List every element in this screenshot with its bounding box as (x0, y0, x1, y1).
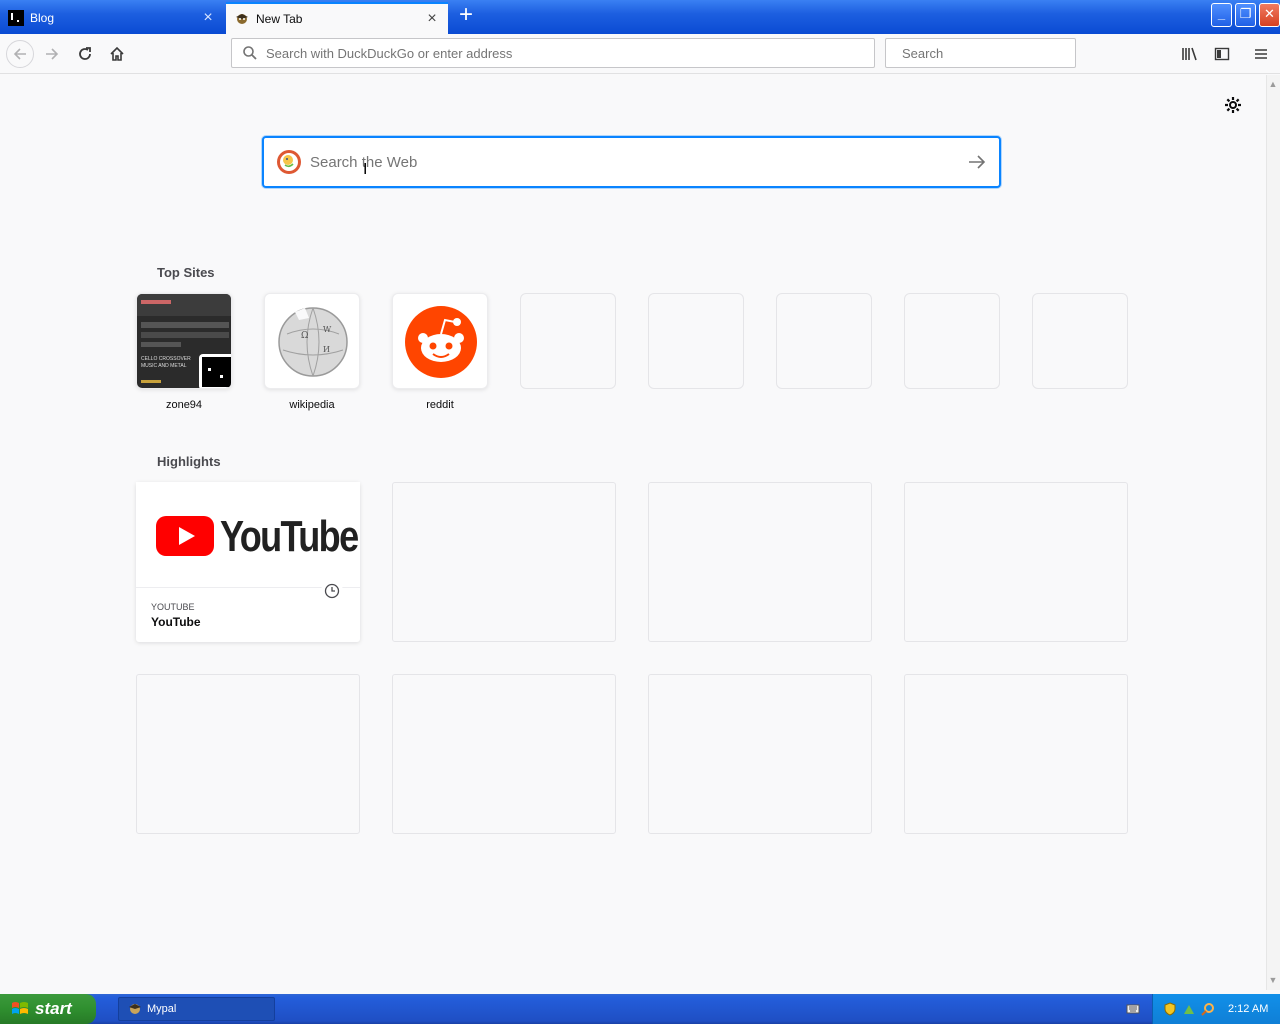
menu-button[interactable] (1247, 40, 1275, 68)
library-icon (1182, 47, 1197, 61)
clock-icon (321, 580, 343, 602)
vertical-scrollbar[interactable] (1266, 75, 1280, 990)
library-button[interactable] (1176, 40, 1204, 68)
hamburger-menu-icon (1255, 49, 1267, 59)
mypal-favicon (234, 11, 250, 27)
top-site-reddit[interactable] (392, 293, 488, 389)
taskbar-window-label: Mypal (147, 1003, 177, 1015)
forward-arrow-icon (46, 48, 59, 60)
svg-text:Ω: Ω (301, 331, 308, 341)
new-tab-page: I Top Sites CELLO CROSSOVER MUSIC AND ME… (0, 75, 1266, 990)
tab-label: Blog (30, 11, 55, 25)
text-cursor-icon: I (363, 161, 368, 178)
reddit-alien-icon (405, 306, 477, 378)
restore-button[interactable]: ❐ (1235, 3, 1256, 27)
arrow-right-icon (969, 155, 986, 169)
duckduckgo-logo-icon (277, 150, 301, 174)
highlight-source: YOUTUBE (151, 602, 195, 612)
wikipedia-globe-icon: Ω W И (278, 307, 348, 377)
scroll-up-icon[interactable]: ▲ (1268, 79, 1278, 89)
sidebar-button[interactable] (1208, 40, 1236, 68)
highlights-heading: Highlights (157, 454, 221, 469)
scroll-down-icon[interactable]: ▼ (1268, 975, 1278, 985)
top-site-empty[interactable] (520, 293, 616, 389)
svg-text:И: И (323, 345, 330, 354)
reload-button[interactable] (71, 40, 99, 68)
taskbar: start Mypal 2:12 AM (0, 994, 1280, 1024)
close-tab-icon[interactable]: × (424, 11, 440, 27)
search-tray-icon[interactable] (1201, 1002, 1215, 1016)
security-shield-icon[interactable] (1163, 1002, 1177, 1016)
highlight-title: YouTube (151, 615, 201, 629)
zone94-headline: CELLO CROSSOVER MUSIC AND METAL (141, 356, 191, 369)
top-site-zone94[interactable]: CELLO CROSSOVER MUSIC AND METAL (136, 293, 232, 389)
taskbar-window-mypal[interactable]: Mypal (118, 997, 275, 1021)
top-site-empty[interactable] (904, 293, 1000, 389)
network-icon[interactable] (1182, 1002, 1196, 1016)
highlight-empty[interactable] (648, 482, 872, 642)
svg-text:W: W (323, 325, 332, 334)
highlight-empty[interactable] (904, 482, 1128, 642)
top-site-label: zone94 (165, 399, 203, 411)
top-site-empty[interactable] (648, 293, 744, 389)
search-input[interactable] (902, 45, 1078, 61)
start-label: start (35, 999, 72, 1018)
system-tray: 2:12 AM (1152, 994, 1280, 1024)
tab-strip: Blog × New Tab × + _ ❐ ✕ (0, 0, 1280, 34)
web-search-box[interactable] (262, 136, 1001, 188)
close-tab-icon[interactable]: × (200, 10, 216, 26)
windows-flag-icon (12, 1002, 28, 1014)
close-window-button[interactable]: ✕ (1259, 3, 1280, 27)
highlight-empty[interactable] (904, 674, 1128, 834)
youtube-play-icon (156, 516, 214, 556)
mypal-favicon (129, 1004, 141, 1014)
url-bar[interactable] (231, 38, 875, 68)
top-site-empty[interactable] (1032, 293, 1128, 389)
minimize-button[interactable]: _ (1211, 3, 1232, 27)
page-settings-button[interactable] (1223, 95, 1243, 115)
back-arrow-icon (13, 48, 26, 60)
home-button[interactable] (103, 40, 131, 68)
tab-blog[interactable]: Blog × (0, 2, 224, 34)
clock: 2:12 AM (1228, 1003, 1269, 1015)
home-icon (110, 46, 124, 61)
sidebar-icon (1214, 47, 1230, 61)
reload-icon (79, 47, 91, 60)
top-site-label: reddit (426, 399, 454, 411)
top-sites-heading: Top Sites (157, 265, 215, 280)
search-bar[interactable] (885, 38, 1078, 68)
highlight-card-youtube[interactable]: YouTube YOUTUBE YouTube (136, 482, 360, 642)
gear-icon (1225, 97, 1241, 113)
back-button[interactable] (6, 40, 34, 68)
navigation-toolbar (0, 34, 1280, 74)
url-input[interactable] (266, 45, 874, 61)
highlight-preview: YouTube (136, 482, 360, 588)
tab-new-tab[interactable]: New Tab × (226, 2, 448, 34)
highlight-empty[interactable] (648, 674, 872, 834)
new-tab-button[interactable]: + (454, 3, 478, 28)
keyboard-icon[interactable] (1126, 1002, 1140, 1016)
highlight-empty[interactable] (136, 674, 360, 834)
web-search-input[interactable] (310, 153, 955, 171)
blog-favicon (8, 10, 24, 26)
top-site-wikipedia[interactable]: Ω W И (264, 293, 360, 389)
start-button[interactable]: start (0, 994, 96, 1024)
zone94-favicon (199, 354, 231, 388)
tab-label: New Tab (256, 12, 303, 26)
highlight-empty[interactable] (392, 674, 616, 834)
youtube-wordmark: YouTube (220, 512, 359, 561)
top-site-label: wikipedia (289, 399, 335, 411)
forward-button[interactable] (38, 40, 66, 68)
top-site-empty[interactable] (776, 293, 872, 389)
highlight-empty[interactable] (392, 482, 616, 642)
search-icon (243, 46, 257, 60)
search-submit-button[interactable] (955, 140, 999, 184)
